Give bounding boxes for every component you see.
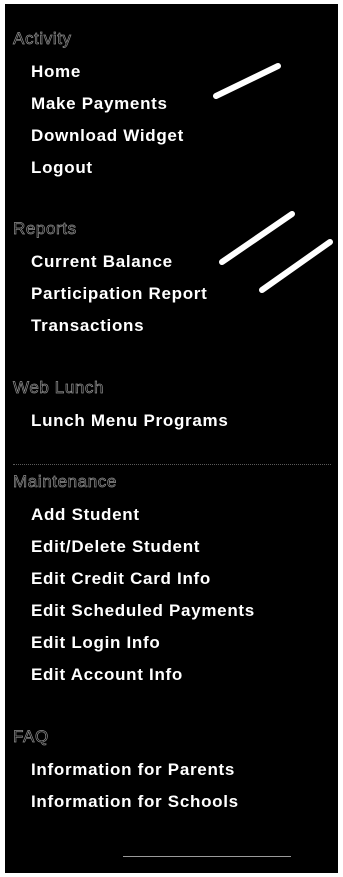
maintenance-heading: Maintenance	[13, 472, 117, 492]
annotation-mark-make-payments	[213, 63, 281, 99]
nav-item-participation-report[interactable]: Participation Report	[31, 279, 207, 309]
nav-item-transactions[interactable]: Transactions	[31, 311, 144, 341]
nav-item-add-student[interactable]: Add Student	[31, 500, 140, 530]
nav-item-make-payments[interactable]: Make Payments	[31, 89, 168, 119]
bottom-rule	[123, 856, 291, 857]
faq-heading: FAQ	[13, 727, 49, 747]
reports-heading: Reports	[13, 219, 77, 239]
nav-item-download-widget[interactable]: Download Widget	[31, 121, 184, 151]
activity-heading: Activity	[13, 29, 72, 49]
annotation-mark-current-balance	[219, 211, 295, 265]
nav-item-edit-login-info[interactable]: Edit Login Info	[31, 628, 160, 658]
annotation-mark-participation-report	[259, 239, 333, 293]
nav-item-current-balance[interactable]: Current Balance	[31, 247, 173, 277]
nav-item-edit-credit-card-info[interactable]: Edit Credit Card Info	[31, 564, 211, 594]
web-lunch-heading: Web Lunch	[13, 378, 105, 398]
nav-item-edit-account-info[interactable]: Edit Account Info	[31, 660, 183, 690]
nav-item-logout[interactable]: Logout	[31, 153, 93, 183]
nav-item-home[interactable]: Home	[31, 57, 81, 87]
nav-item-edit-scheduled-payments[interactable]: Edit Scheduled Payments	[31, 596, 255, 626]
nav-item-edit-delete-student[interactable]: Edit/Delete Student	[31, 532, 200, 562]
section-divider	[13, 464, 331, 465]
sidebar-navigation-panel: Activity Home Make Payments Download Wid…	[5, 4, 338, 873]
nav-item-information-for-schools[interactable]: Information for Schools	[31, 787, 239, 817]
nav-item-lunch-menu-programs[interactable]: Lunch Menu Programs	[31, 406, 229, 436]
nav-item-information-for-parents[interactable]: Information for Parents	[31, 755, 235, 785]
